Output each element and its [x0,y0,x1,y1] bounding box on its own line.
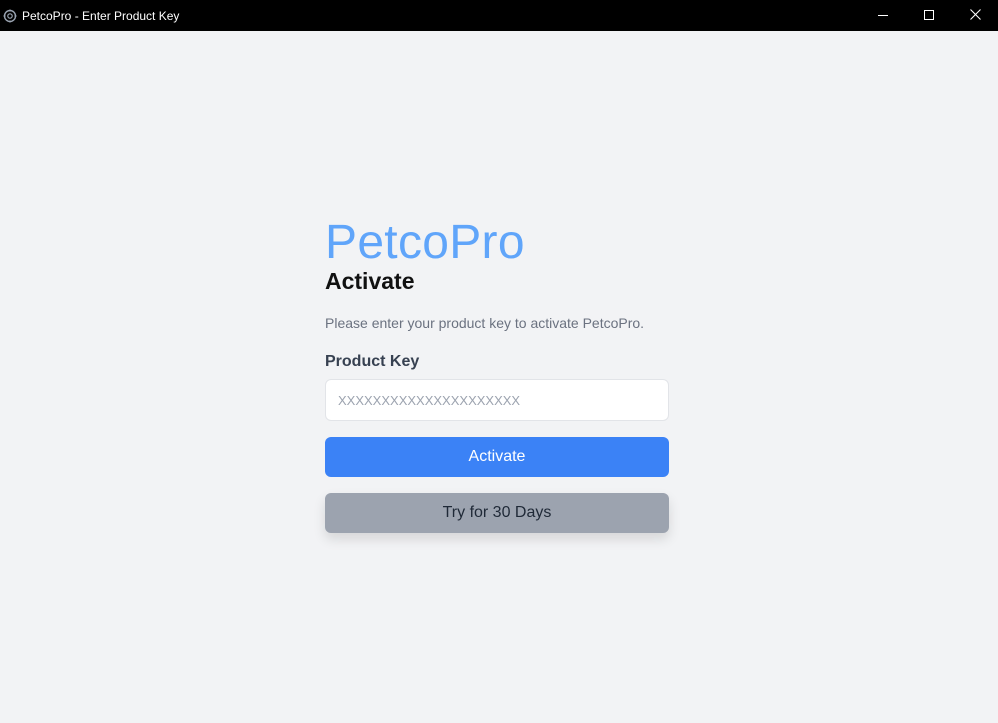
product-key-input[interactable] [325,379,669,421]
activation-form: PetcoPro Activate Please enter your prod… [325,214,669,533]
try-trial-button[interactable]: Try for 30 Days [325,493,669,533]
product-key-label: Product Key [325,353,420,370]
activate-button[interactable]: Activate [325,437,669,477]
window-title: PetcoPro - Enter Product Key [22,8,180,23]
window-controls [860,0,998,31]
maximize-button[interactable] [906,0,952,31]
brand-logo-text: PetcoPro [325,216,525,269]
app-window: PetcoPro - Enter Product Key PetcoPro Ac… [0,0,998,723]
maximize-icon [924,7,934,25]
minimize-icon [878,7,888,25]
app-gear-icon [2,8,18,24]
close-button[interactable] [952,0,998,31]
title-bar[interactable]: PetcoPro - Enter Product Key [0,0,998,31]
minimize-button[interactable] [860,0,906,31]
close-icon [969,7,981,25]
instruction-text: Please enter your product key to activat… [325,315,645,331]
